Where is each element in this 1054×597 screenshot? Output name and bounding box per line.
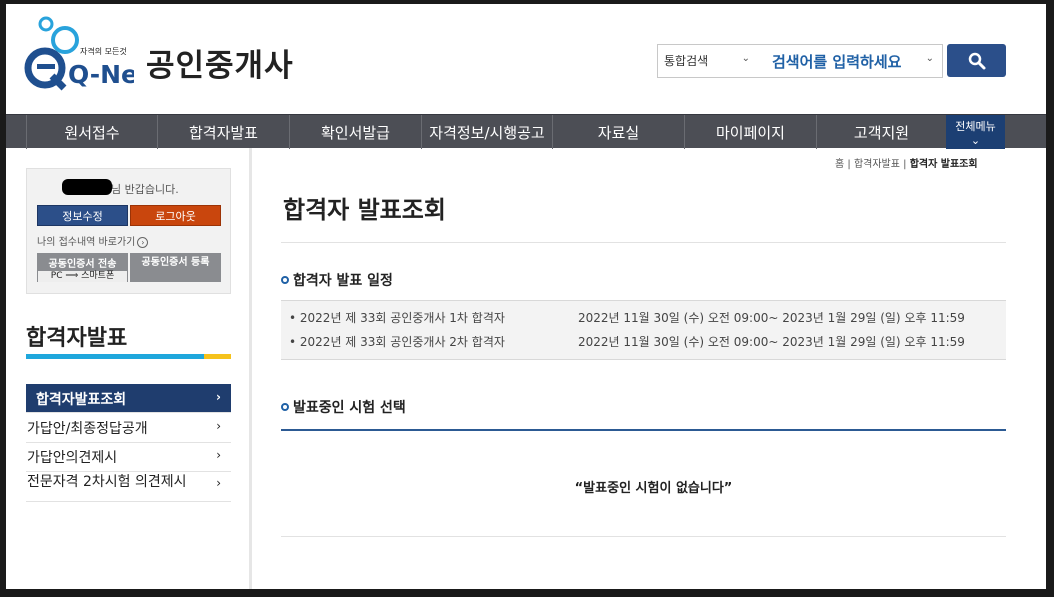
lnb-item-results-lookup[interactable]: 합격자발표조회 › <box>26 384 231 413</box>
schedule-period: 2022년 11월 30일 (수) 오전 09:00~ 2023년 1월 29일… <box>578 311 965 325</box>
search-input[interactable]: 검색어를 입력하세요 <box>772 51 922 73</box>
nav-item-resources[interactable]: 자료실 <box>552 115 684 149</box>
search-button[interactable] <box>947 44 1006 77</box>
empty-message: “발표중인 시험이 없습니다” <box>574 481 733 496</box>
logo-tagline: 자격의 모든것 <box>80 46 127 56</box>
lnb-title-bar <box>26 354 231 359</box>
search-scope-label: 통합검색 <box>664 54 709 68</box>
chevron-right-icon: › <box>216 419 221 433</box>
page-title: 합격자 발표조회 <box>283 196 446 224</box>
divider <box>281 536 1006 537</box>
nav-item-certificates[interactable]: 확인서발급 <box>289 115 421 149</box>
nav-item-results[interactable]: 합격자발표 <box>157 115 289 149</box>
search-box: 통합검색 ⌄ 검색어를 입력하세요 ⌄ <box>657 44 943 78</box>
chevron-right-icon: › <box>216 390 221 404</box>
lnb-item-label: 합격자발표조회 <box>36 392 127 408</box>
cert-send-sublabel: PC ⟹ 스마트폰 <box>38 271 127 282</box>
list-item: • 2022년 제 33회 공인중개사 1차 합격자 2022년 11월 30일… <box>289 311 965 325</box>
lnb-item-answers[interactable]: 가답안/최종정답공개 › <box>26 414 231 443</box>
exam-select-section-title: 발표중인 시험 선택 <box>281 397 406 417</box>
chevron-right-icon: › <box>216 476 221 490</box>
schedule-list: • 2022년 제 33회 공인중개사 1차 합격자 2022년 11월 30일… <box>281 300 1006 360</box>
chevron-right-icon: › <box>137 237 149 248</box>
schedule-exam: 2022년 제 33회 공인중개사 2차 합격자 <box>299 335 505 349</box>
divider <box>281 429 1006 431</box>
welcome-text: 님 반갑습니다. <box>111 183 179 196</box>
my-applications-link[interactable]: 나의 접수내역 바로가기 › <box>37 233 149 248</box>
lnb-item-answer-feedback[interactable]: 가답안의견제시 › <box>26 443 231 472</box>
login-box: 님 반갑습니다. 정보수정 로그아웃 나의 접수내역 바로가기 › 공동인증서 전… <box>26 168 231 294</box>
cert-send-button[interactable]: 공동인증서 전송 PC ⟹ 스마트폰 <box>37 253 128 282</box>
chevron-right-icon: › <box>216 448 221 462</box>
search-icon <box>968 52 985 69</box>
qnet-logo[interactable]: 자격의 모든것 Q-Net <box>24 16 150 91</box>
exam-select-title-text: 발표중인 시험 선택 <box>293 400 406 416</box>
lnb-item-label: 가답안/최종정답공개 <box>27 421 148 437</box>
divider <box>281 242 1006 243</box>
lnb-item-label: 가답안의견제시 <box>27 450 118 466</box>
list-item: • 2022년 제 33회 공인중개사 2차 합격자 2022년 11월 30일… <box>289 335 965 349</box>
chevron-down-icon: ⌄ <box>741 53 750 64</box>
breadcrumb-level1[interactable]: 합격자발표 <box>854 159 900 170</box>
schedule-title-text: 합격자 발표 일정 <box>293 273 393 289</box>
edit-info-button[interactable]: 정보수정 <box>37 205 128 226</box>
breadcrumb-home[interactable]: 홈 <box>835 159 844 170</box>
schedule-exam: 2022년 제 33회 공인중개사 1차 합격자 <box>299 311 505 325</box>
left-sidebar: 님 반갑습니다. 정보수정 로그아웃 나의 접수내역 바로가기 › 공동인증서 전… <box>6 148 252 589</box>
lnb-item-professional-feedback[interactable]: 전문자격 2차시험 의견제시 › <box>26 472 231 502</box>
chevron-down-icon[interactable]: ⌄ <box>926 53 934 64</box>
my-applications-label: 나의 접수내역 바로가기 <box>37 237 136 248</box>
redacted-username <box>62 179 112 195</box>
schedule-section-title: 합격자 발표 일정 <box>281 270 393 290</box>
nav-item-apply[interactable]: 원서접수 <box>26 115 157 149</box>
bullet-circle-icon <box>281 276 289 284</box>
cert-send-label: 공동인증서 전송 <box>48 259 117 270</box>
nav-item-mypage[interactable]: 마이페이지 <box>684 115 816 149</box>
cert-register-button[interactable]: 공동인증서 등록 <box>130 253 221 282</box>
breadcrumb-current: 합격자 발표조회 <box>909 159 978 170</box>
bullet-circle-icon <box>281 403 289 411</box>
lnb-item-label: 전문자격 2차시험 의견제시 <box>27 474 187 490</box>
nav-item-exam-info[interactable]: 자격정보/시행공고 <box>421 115 552 149</box>
lnb-title: 합격자발표 <box>26 326 128 351</box>
breadcrumb: 홈 | 합격자발표 | 합격자 발표조회 <box>835 159 978 170</box>
all-menu-button[interactable]: 전체메뉴 ⌄ <box>946 115 1005 149</box>
search-scope-select[interactable]: 통합검색 ⌄ <box>658 45 750 77</box>
all-menu-label: 전체메뉴 <box>955 120 996 133</box>
logo-text: Q-Net <box>68 60 134 89</box>
chevron-down-icon: ⌄ <box>970 134 981 147</box>
page-frame: 자격의 모든것 Q-Net 공인중개사 통합검색 ⌄ 검색어를 입력하세요 ⌄ … <box>6 4 1046 589</box>
site-title: 공인중개사 <box>146 48 294 84</box>
logout-button[interactable]: 로그아웃 <box>130 205 221 226</box>
main-nav: 원서접수 합격자발표 확인서발급 자격정보/시행공고 자료실 마이페이지 고객지… <box>6 114 1046 149</box>
nav-item-support[interactable]: 고객지원 <box>816 115 946 149</box>
schedule-period: 2022년 11월 30일 (수) 오전 09:00~ 2023년 1월 29일… <box>578 335 965 349</box>
